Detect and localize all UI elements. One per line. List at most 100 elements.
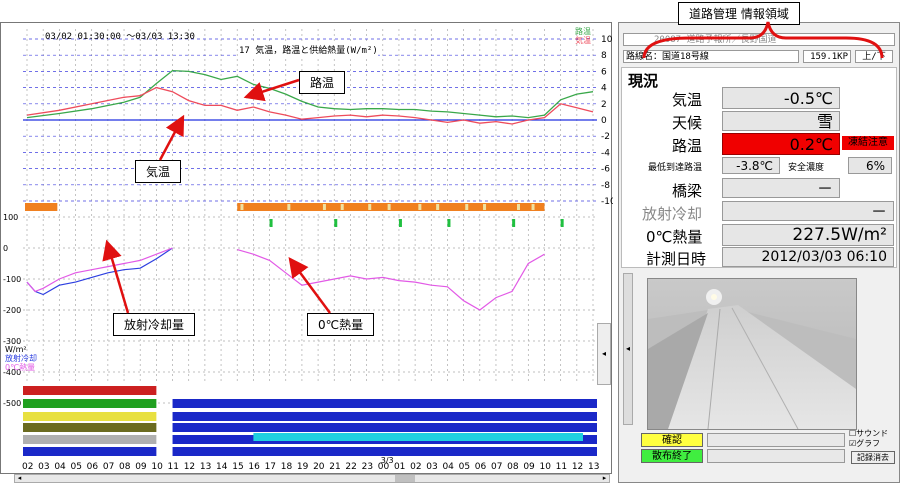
road-temp-value: 0.2℃ (722, 133, 840, 155)
x-tick-label: 02 (22, 462, 33, 472)
heat-tick-label: -200 (3, 306, 21, 315)
status-row-segment (23, 386, 157, 395)
freeze-warning-badge: 凍結注意 (842, 136, 894, 150)
spray-marker (398, 219, 402, 227)
weather-value: 雪 (722, 111, 840, 131)
operation-bar-break (368, 204, 372, 210)
camera-prev-icon[interactable]: ◂ (623, 273, 633, 425)
radiative-series (26, 247, 173, 296)
scroll-left-arrow-icon[interactable]: ◂ (15, 475, 24, 482)
temp-tick-label: -8 (601, 181, 610, 191)
spray-marker (512, 219, 516, 227)
operation-bar-break (287, 204, 291, 210)
heat0-label: 0℃熱量 (646, 228, 703, 246)
chart-vertical-scrollbar[interactable]: ◂ (597, 323, 611, 385)
unit-legend-radiative: 放射冷却 (5, 354, 37, 363)
temp-tick-label: 8 (601, 51, 607, 61)
scroll-right-arrow-icon[interactable]: ▸ (600, 475, 609, 482)
x-tick-label: 06 (87, 462, 99, 472)
status-row-segment (172, 386, 598, 395)
x-tick-label: 21 (329, 462, 340, 472)
heat-tick-label: 100 (3, 213, 18, 222)
temp-tick-label: 10 (601, 35, 613, 45)
heat-tick-label: -500 (3, 399, 21, 408)
temp-tick-label: 4 (601, 84, 607, 94)
corner-legend-road: 路温 (575, 27, 591, 36)
operation-bar-break (387, 204, 391, 210)
x-tick-label: 22 (345, 462, 356, 472)
status-row-segment (23, 399, 157, 408)
status-row-segment (172, 399, 598, 408)
x-tick-label: 13 (200, 462, 211, 472)
graph-option[interactable]: ☑グラフ (849, 439, 888, 449)
operation-bar-break (340, 204, 344, 210)
confirm-button[interactable]: 確認 (641, 433, 703, 447)
current-status-box: 現況 気温 -0.5℃ 天候 雪 路温 0.2℃ 凍結注意 最低到達路温 -3.… (621, 67, 897, 268)
spray-done-button[interactable]: 散布終了 (641, 449, 703, 463)
radiative-value: － (722, 201, 894, 221)
x-tick-label: 09 (523, 462, 535, 472)
callout-road-temp: 路温 (299, 71, 346, 94)
x-tick-label: 10 (539, 462, 551, 472)
min-road-temp-label: 最低到達路温 (648, 163, 703, 173)
operation-bar (25, 203, 58, 211)
callout-radiative: 放射冷却量 (113, 313, 196, 336)
x-tick-label: 06 (475, 462, 487, 472)
scroll-thumb[interactable] (395, 475, 415, 482)
chart-corner-legend: 路温 気温 (575, 27, 591, 45)
heat0-series (26, 247, 173, 293)
chart-horizontal-scrollbar[interactable]: ◂ ▸ (14, 474, 610, 483)
temp-tick-label: 6 (601, 67, 607, 77)
x-tick-label: 11 (556, 462, 567, 472)
x-tick-label: 03 (426, 462, 437, 472)
x-tick-label: 02 (410, 462, 421, 472)
graph-label: グラフ (856, 439, 881, 448)
x-tick-label: 12 (184, 462, 195, 472)
station-info-panel: 20087 道路予報所／長野国道 路線名：国道18号線 159.1KP 上/下 … (618, 22, 900, 483)
temp-tick-label: 0 (601, 116, 607, 126)
temp-tick-label: -10 (601, 197, 613, 207)
x-tick-label: 03 (38, 462, 49, 472)
x-tick-label: 07 (491, 462, 502, 472)
status-row-segment (23, 412, 157, 421)
operation-bar-break (436, 204, 440, 210)
x-tick-label: 12 (572, 462, 583, 472)
safe-conc-label: 安全濃度 (788, 163, 825, 173)
status-row-cyan (253, 433, 583, 441)
operation-bar-break (516, 204, 520, 210)
sound-option[interactable]: ☐サウンド (849, 429, 888, 439)
status-row-segment (172, 423, 598, 432)
status-row-segment (172, 447, 598, 456)
confirm-status-field (707, 433, 845, 447)
x-tick-label: 09 (135, 462, 147, 472)
temp-tick-label: -4 (601, 148, 610, 158)
bridge-label: 橋梁 (672, 182, 703, 200)
weather-label: 天候 (672, 114, 703, 132)
operation-bar-break (240, 204, 244, 210)
clear-log-button[interactable]: 記録消去 (851, 451, 895, 464)
status-row-segment (23, 423, 157, 432)
x-date-label: 3/3 (381, 456, 394, 465)
operation-bar-break (465, 204, 469, 210)
current-status-heading: 現況 (628, 72, 659, 90)
road-mgmt-bracket (642, 21, 884, 59)
x-tick-label: 19 (297, 462, 309, 472)
operation-bar-break (322, 204, 326, 210)
measured-at-value: 2012/03/03 06:10 (722, 247, 894, 267)
x-tick-label: 05 (459, 462, 470, 472)
operation-bar-break (531, 204, 535, 210)
x-tick-label: 07 (103, 462, 114, 472)
heat0-value: 227.5W/m² (722, 224, 894, 246)
spray-status-field (707, 449, 845, 463)
unit-legend: W/m² 放射冷却 0℃熱量 (5, 345, 37, 372)
x-tick-label: 08 (119, 462, 131, 472)
measured-at-label: 計測日時 (646, 250, 707, 268)
x-tick-label: 01 (394, 462, 405, 472)
callout-heat0: 0℃熱量 (307, 313, 375, 336)
spray-marker (560, 219, 564, 227)
air-temp-label: 気温 (672, 91, 703, 109)
x-tick-label: 05 (71, 462, 82, 472)
unit-legend-unit: W/m² (5, 345, 27, 354)
status-row-segment (23, 447, 157, 456)
x-tick-label: 11 (168, 462, 179, 472)
